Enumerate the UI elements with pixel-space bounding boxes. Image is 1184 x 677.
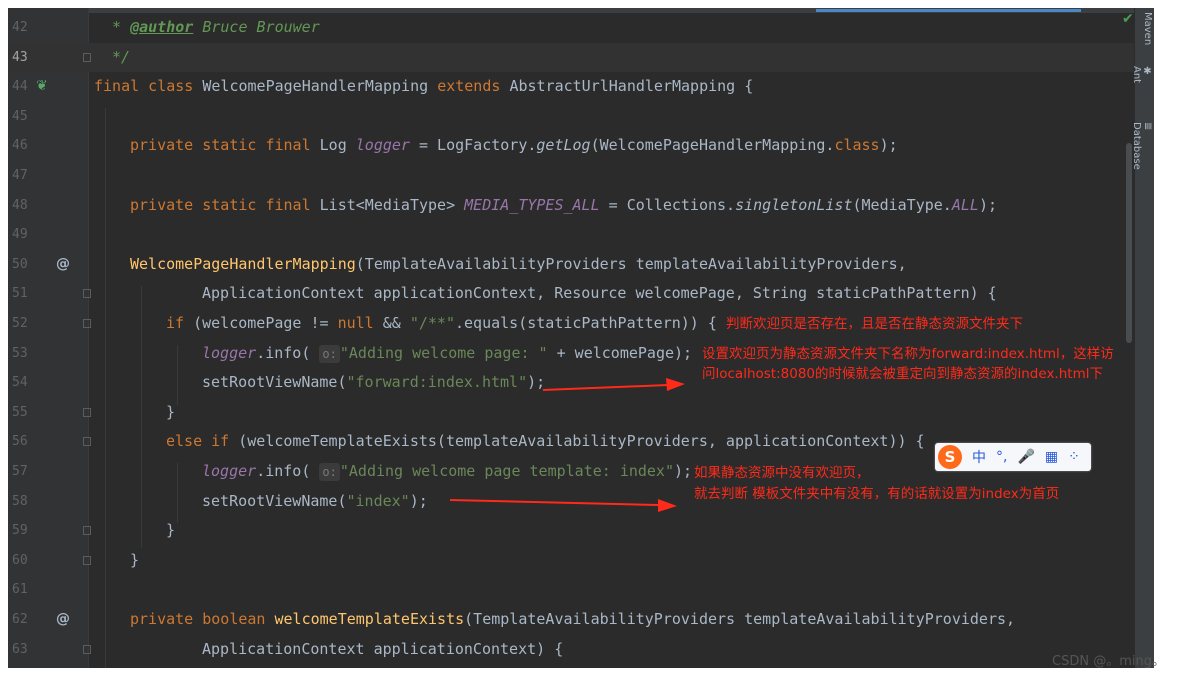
keyboard-icon[interactable]: ▦	[1045, 449, 1058, 465]
watermark: CSDN @。ming。	[1052, 654, 1165, 669]
annotation-arrows	[449, 378, 685, 512]
punctuation-icon[interactable]: °,	[996, 449, 1007, 465]
arrow-head	[658, 499, 677, 512]
toolbox-icon[interactable]: ⁘	[1068, 449, 1080, 465]
ime-toolbar[interactable]: S 中 °, 🎤 ▦ ⁘	[935, 443, 1091, 471]
arrow-line	[449, 499, 659, 506]
ime-mode-button[interactable]: 中	[972, 447, 986, 467]
arrow-head	[666, 378, 685, 391]
microphone-icon[interactable]: 🎤	[1017, 449, 1034, 465]
arrow-line	[542, 384, 669, 391]
sogou-logo-icon[interactable]: S	[938, 445, 962, 469]
